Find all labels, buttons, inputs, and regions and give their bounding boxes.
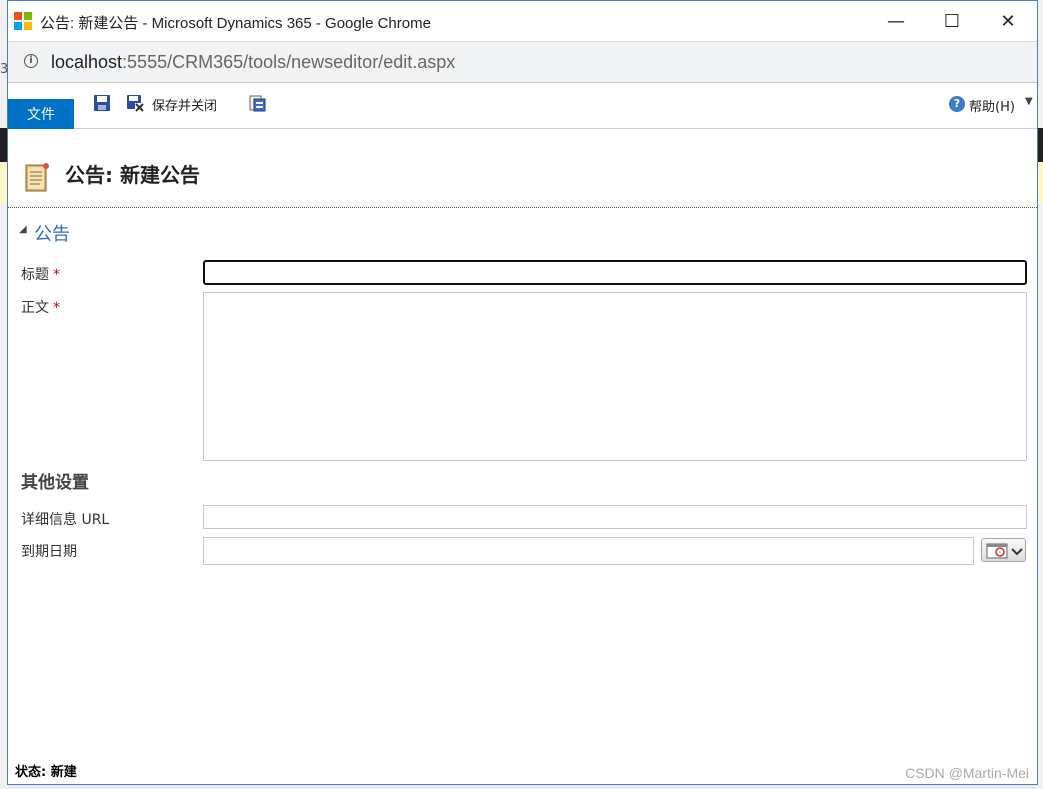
- save-icon[interactable]: [93, 94, 111, 112]
- due-date-input[interactable]: [203, 537, 974, 565]
- maximize-button[interactable]: ☐: [924, 1, 980, 41]
- url-host: localhost: [51, 52, 123, 72]
- calendar-icon: [986, 543, 1023, 559]
- file-tab[interactable]: 文件: [8, 99, 74, 129]
- required-mark: *: [53, 300, 60, 316]
- date-picker-button[interactable]: [981, 538, 1026, 562]
- microsoft-logo-icon: [14, 12, 32, 30]
- command-ribbon: 文件 保存并关闭 ? 帮助(H) ▼: [8, 83, 1037, 129]
- page-title: 公告: 新建公告: [65, 163, 200, 187]
- body-label-text: 正文: [21, 300, 49, 316]
- url-label: 详细信息 URL: [21, 512, 110, 528]
- url-input[interactable]: [203, 505, 1027, 529]
- save-and-close-icon[interactable]: [126, 94, 144, 112]
- chevron-down-icon[interactable]: ▼: [1025, 96, 1033, 107]
- close-button[interactable]: ✕: [980, 1, 1036, 41]
- save-and-close-button[interactable]: 保存并关闭: [152, 95, 217, 114]
- other-settings-heading: 其他设置: [21, 473, 89, 493]
- help-button[interactable]: 帮助(H): [969, 96, 1015, 115]
- entity-options-icon[interactable]: [248, 94, 266, 112]
- url-text[interactable]: localhost:5555/CRM365/tools/newseditor/e…: [51, 52, 455, 73]
- title-input[interactable]: [203, 260, 1027, 285]
- info-icon[interactable]: i: [24, 54, 38, 68]
- status-text: 状态: 新建: [15, 765, 77, 780]
- required-mark: *: [53, 267, 60, 283]
- window-title: 公告: 新建公告 - Microsoft Dynamics 365 - Goog…: [40, 15, 431, 32]
- body-textarea[interactable]: [203, 292, 1027, 461]
- minimize-button[interactable]: —: [868, 1, 924, 41]
- announcement-icon: [25, 163, 49, 192]
- form-header: 公告: 新建公告: [8, 129, 1037, 208]
- watermark-text: CSDN @Martin-Mei: [905, 765, 1029, 781]
- section-title[interactable]: 公告: [34, 220, 70, 246]
- body-label: 正文 *: [21, 297, 60, 317]
- title-label: 标题 *: [21, 264, 60, 284]
- help-icon[interactable]: ?: [949, 96, 965, 112]
- url-path: :5555/CRM365/tools/newseditor/edit.aspx: [122, 52, 456, 72]
- collapse-triangle-icon[interactable]: ◢: [19, 224, 27, 235]
- popup-window: 公告: 新建公告 - Microsoft Dynamics 365 - Goog…: [7, 0, 1038, 785]
- title-label-text: 标题: [21, 267, 49, 283]
- address-bar[interactable]: i localhost:5555/CRM365/tools/newseditor…: [8, 42, 1037, 83]
- due-date-label: 到期日期: [21, 544, 77, 560]
- title-bar: 公告: 新建公告 - Microsoft Dynamics 365 - Goog…: [8, 1, 1037, 42]
